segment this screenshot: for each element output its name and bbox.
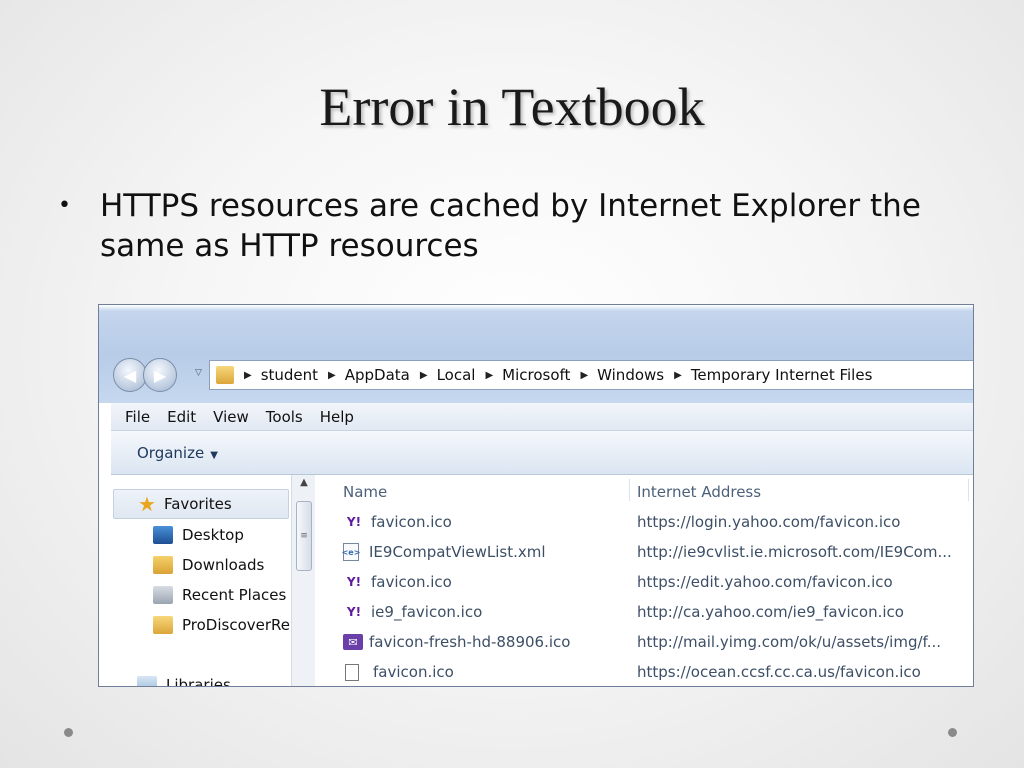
yahoo-icon: Y! [346,605,362,619]
chevron-right-icon: ▶ [419,369,428,381]
internet-address: http://ca.yahoo.com/ie9_favicon.ico [637,603,904,621]
breadcrumb-student[interactable]: ▶ student [244,366,318,384]
folder-icon [216,366,234,384]
nav-item-recent-places[interactable]: Recent Places [153,580,286,610]
decorative-dot [948,728,957,737]
scroll-up-icon[interactable]: ▲ [292,477,316,495]
decorative-dot [64,728,73,737]
file-name: favicon.ico [371,573,452,591]
nav-item-prodiscover[interactable]: ProDiscoverRe [153,610,290,640]
recent-places-icon [153,586,173,604]
slide-title: Error in Textbook [319,77,705,137]
bullet-text: HTTPS resources are cached by Internet E… [100,188,921,264]
column-header-internet-address[interactable]: Internet Address [637,483,761,505]
arrow-left-icon: ◀ [123,365,137,385]
menu-bar: File Edit View Tools Help [111,403,973,431]
breadcrumb-appdata[interactable]: ▶ AppData [328,366,410,384]
chevron-right-icon: ▶ [580,369,589,381]
recent-pages-dropdown-icon[interactable]: ▽ [195,368,202,378]
yahoo-icon: Y! [346,515,362,529]
star-icon: ★ [138,492,156,516]
internet-address: https://login.yahoo.com/favicon.ico [637,513,901,531]
mail-icon: ✉ [343,634,363,650]
downloads-folder-icon [153,556,173,574]
internet-address: https://edit.yahoo.com/favicon.ico [637,573,893,591]
organize-button[interactable]: Organize ▼ [137,444,218,462]
file-list: Name Internet Address Y! favicon.ico htt… [327,475,973,686]
file-name: ie9_favicon.ico [371,603,483,621]
bullet-icon: • [58,193,71,218]
nav-item-desktop[interactable]: Desktop [153,520,244,550]
internet-address: https://ocean.ccsf.cc.ca.us/favicon.ico [637,663,921,681]
menu-file[interactable]: File [125,408,150,426]
nav-pane-scrollbar[interactable]: ▲ ≡ [291,475,316,686]
file-name: favicon.ico [371,513,452,531]
nav-item-libraries[interactable]: Libraries [137,670,231,686]
breadcrumb-local[interactable]: ▶ Local [420,366,476,384]
column-header-name[interactable]: Name [343,483,387,505]
xml-file-icon: <e> [342,543,360,561]
address-bar[interactable]: ▶ student ▶ AppData ▶ Local ▶ Microsoft ▶ Win… [209,360,973,390]
breadcrumb-temporary-internet-files[interactable]: ▶ Temporary Internet Files [674,366,872,384]
file-name: favicon-fresh-hd-88906.ico [369,633,571,651]
breadcrumb-windows[interactable]: ▶ Windows [580,366,664,384]
command-bar: Organize ▼ [111,431,973,475]
nav-item-favorites[interactable]: ★ Favorites [113,489,289,519]
table-row[interactable]: favicon.ico https://ocean.ccsf.cc.ca.us/… [327,657,973,686]
back-button[interactable]: ◀ [113,358,147,392]
menu-edit[interactable]: Edit [167,408,196,426]
table-row[interactable]: Y! favicon.ico https://edit.yahoo.com/fa… [327,567,973,597]
menu-view[interactable]: View [213,408,249,426]
arrow-right-icon: ▶ [153,365,167,385]
menu-help[interactable]: Help [320,408,354,426]
breadcrumb-microsoft[interactable]: ▶ Microsoft [485,366,570,384]
chevron-right-icon: ▶ [244,369,252,381]
chevron-right-icon: ▶ [674,369,682,381]
nav-item-downloads[interactable]: Downloads [153,550,264,580]
yahoo-icon: Y! [346,575,362,589]
file-name: favicon.ico [373,663,454,681]
scrollbar-thumb[interactable]: ≡ [296,501,312,571]
table-row[interactable]: <e> IE9CompatViewList.xml http://ie9cvli… [327,537,973,567]
desktop-icon [153,526,173,544]
file-icon [345,663,359,681]
explorer-window-screenshot: ◀ ▶ ▽ ▶ student ▶ AppData ▶ Local ▶ Microsof… [98,304,974,687]
bullet-point: • HTTPS resources are cached by Internet… [58,186,978,266]
navigation-pane: ★ Favorites Desktop Downloads Recent Pla… [111,475,303,686]
menu-tools[interactable]: Tools [266,408,303,426]
column-divider[interactable] [968,479,969,501]
internet-address: http://mail.yimg.com/ok/u/assets/img/f..… [637,633,942,651]
chevron-right-icon: ▶ [485,369,494,381]
column-divider[interactable] [629,479,630,501]
libraries-icon [137,676,157,686]
table-row[interactable]: Y! favicon.ico https://login.yahoo.com/f… [327,507,973,537]
folder-icon [153,616,173,634]
internet-address: http://ie9cvlist.ie.microsoft.com/IE9Com… [637,543,952,561]
file-name: IE9CompatViewList.xml [369,543,546,561]
table-row[interactable]: ✉ favicon-fresh-hd-88906.ico http://mail… [327,627,973,657]
chevron-right-icon: ▶ [328,369,336,381]
table-row[interactable]: Y! ie9_favicon.ico http://ca.yahoo.com/i… [327,597,973,627]
forward-button[interactable]: ▶ [143,358,177,392]
caret-down-icon: ▼ [210,449,218,461]
